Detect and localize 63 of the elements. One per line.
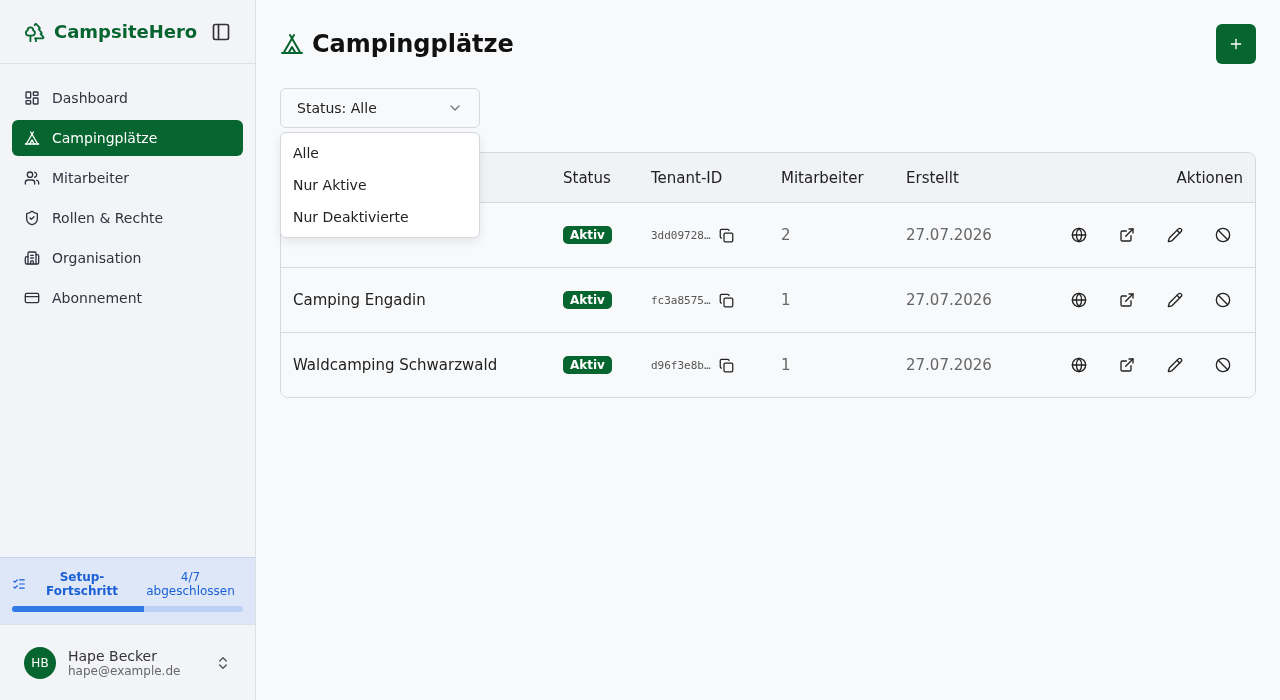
external-link-icon[interactable] <box>1119 357 1135 373</box>
ban-icon[interactable] <box>1215 227 1231 243</box>
ban-icon[interactable] <box>1215 357 1231 373</box>
tent-icon <box>280 32 304 56</box>
card-icon <box>24 290 40 306</box>
staff-count: 2 <box>780 226 792 244</box>
checklist-icon <box>12 577 26 591</box>
globe-icon[interactable] <box>1071 357 1087 373</box>
pencil-icon[interactable] <box>1167 227 1183 243</box>
sidebar-item[interactable]: Organisation <box>12 240 243 276</box>
staff-count: 1 <box>780 291 792 309</box>
column-header: Status <box>562 168 612 187</box>
sidebar-item[interactable]: Rollen & Rechte <box>12 200 243 236</box>
globe-icon[interactable] <box>1071 227 1087 243</box>
ban-icon[interactable] <box>1215 292 1231 308</box>
campsite-name: Waldcamping Schwarzwald <box>292 356 499 374</box>
page-title: Campingplätze <box>312 30 514 58</box>
plus-icon <box>1228 36 1244 52</box>
tenant-id: d96f3e8b… <box>651 358 711 372</box>
sidebar-toggle-icon[interactable] <box>211 21 231 42</box>
external-link-icon[interactable] <box>1119 292 1135 308</box>
sidebar-item[interactable]: Campingplätze <box>12 120 243 156</box>
tenant-id: 3dd09728… <box>651 228 711 242</box>
dropdown-option[interactable]: Alle <box>281 137 479 169</box>
copy-icon[interactable] <box>718 292 734 308</box>
building-icon <box>24 250 40 266</box>
column-header: Erstellt <box>905 168 960 187</box>
column-header: Tenant-ID <box>650 168 724 187</box>
campsite-name: Camping Engadin <box>292 291 427 309</box>
user-avatar: HB <box>24 646 56 679</box>
pencil-icon[interactable] <box>1167 292 1183 308</box>
shield-icon <box>24 210 40 226</box>
trees-logo-icon <box>24 20 46 43</box>
globe-icon[interactable] <box>1071 292 1087 308</box>
pencil-icon[interactable] <box>1167 357 1183 373</box>
setup-count: 4/7 abgeschlossen <box>145 570 236 598</box>
column-header: Mitarbeiter <box>780 168 865 187</box>
sidebar-item[interactable]: Dashboard <box>12 80 243 116</box>
created-date: 27.07.2026 <box>905 226 993 244</box>
users-icon <box>24 170 40 186</box>
copy-icon[interactable] <box>718 227 734 243</box>
dropdown-option[interactable]: Nur Aktive <box>281 169 479 201</box>
tent-icon <box>24 130 40 146</box>
sidebar-item[interactable]: Abonnement <box>12 280 243 316</box>
copy-icon[interactable] <box>718 357 734 373</box>
sidebar-item[interactable]: Mitarbeiter <box>12 160 243 196</box>
tenant-id: fc3a8575… <box>651 293 711 307</box>
created-date: 27.07.2026 <box>905 291 993 309</box>
dropdown-option[interactable]: Nur Deaktivierte <box>281 201 479 233</box>
brand-name: CampsiteHero <box>54 21 199 42</box>
dashboard-icon <box>24 90 40 106</box>
column-header: Aktionen <box>1175 168 1244 187</box>
add-button[interactable] <box>1216 24 1256 64</box>
external-link-icon[interactable] <box>1119 227 1135 243</box>
status-badge: Aktiv <box>563 226 612 244</box>
staff-count: 1 <box>780 356 792 374</box>
user-email: hape@example.de <box>68 663 182 678</box>
status-badge: Aktiv <box>563 291 612 309</box>
user-name: Hape Becker <box>68 647 158 664</box>
status-badge: Aktiv <box>563 356 612 374</box>
created-date: 27.07.2026 <box>905 356 993 374</box>
setup-title: Setup-Fortschritt <box>45 570 119 598</box>
status-select[interactable]: Status: Alle <box>280 88 480 128</box>
